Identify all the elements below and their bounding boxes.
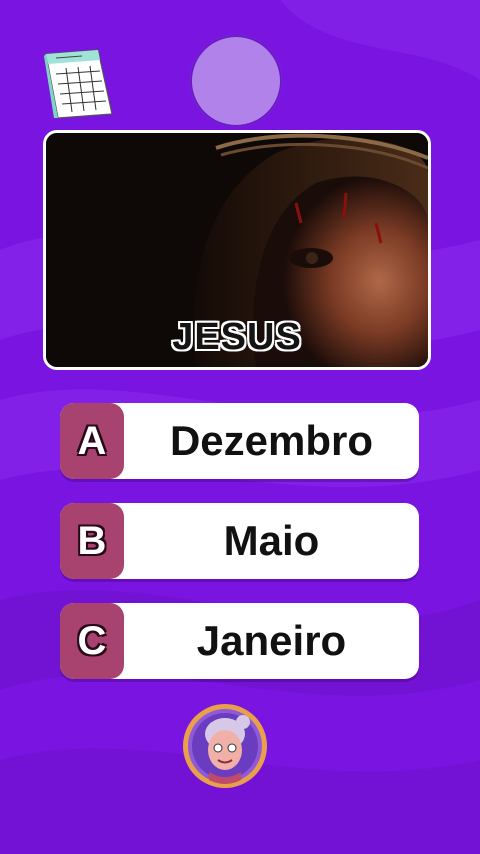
option-label: Dezembro xyxy=(169,417,374,464)
question-image-card: JESUS xyxy=(43,130,431,370)
timer-circle xyxy=(190,35,282,127)
calendar-icon xyxy=(44,49,113,119)
option-letter-badge: C xyxy=(60,603,124,679)
grandma-avatar-icon xyxy=(183,704,267,788)
option-letter-badge: B xyxy=(60,503,124,579)
image-caption: JESUS xyxy=(172,316,302,358)
answer-option-c[interactable]: C Janeiro xyxy=(60,603,419,679)
option-label: Janeiro xyxy=(196,617,347,664)
option-letter-badge: A xyxy=(60,403,124,479)
answer-option-b[interactable]: B Maio xyxy=(60,503,419,579)
answer-option-a[interactable]: A Dezembro xyxy=(60,403,419,479)
option-label: Maio xyxy=(223,517,320,564)
